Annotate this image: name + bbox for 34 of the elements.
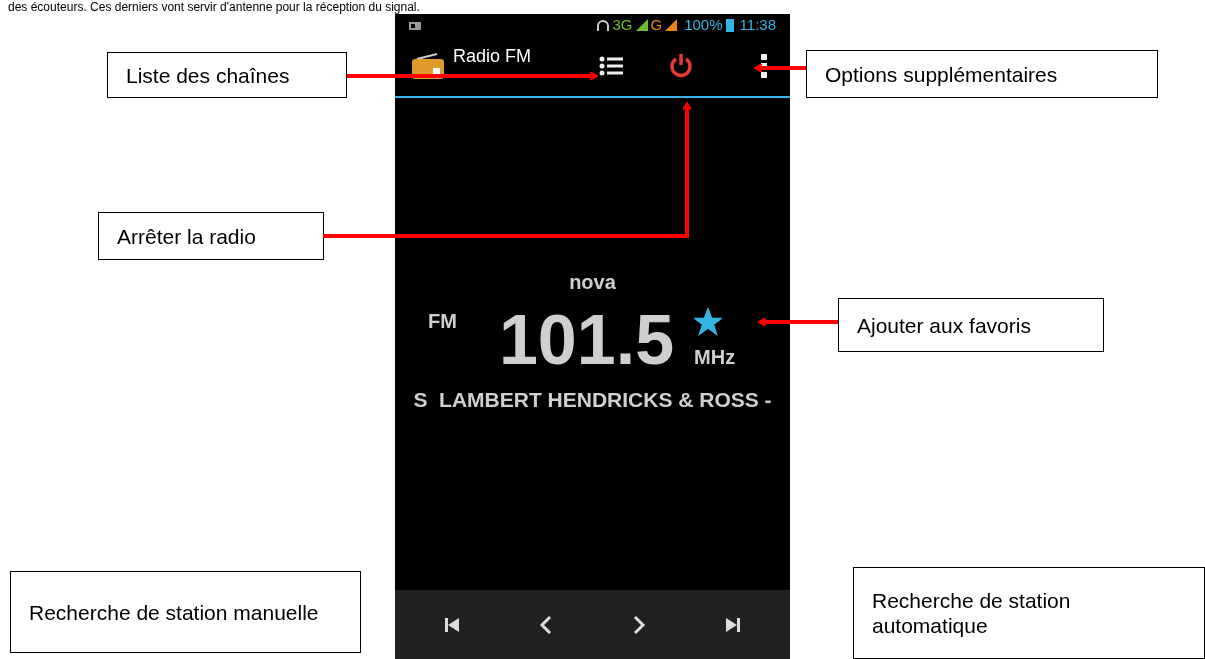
- list-icon: [599, 56, 623, 76]
- arrow: [754, 63, 806, 73]
- chevron-left-icon: [539, 614, 554, 635]
- signal-icon: [635, 19, 648, 31]
- signal-icon: [665, 19, 678, 31]
- callout-box: Options supplémentaires: [806, 50, 1158, 98]
- skip-back-button[interactable]: [444, 616, 461, 633]
- callout-box: Recherche de station manuelle: [10, 571, 361, 653]
- headphones-icon: [595, 18, 610, 32]
- app-title: Radio FM: [453, 46, 533, 66]
- skip-forward-button[interactable]: [724, 616, 741, 633]
- callout-box: Ajouter aux favoris: [838, 298, 1104, 352]
- callout-box: Arrêter la radio: [98, 212, 324, 260]
- clock: 11:38: [739, 14, 776, 35]
- more-icon: [761, 54, 767, 78]
- chevron-right-icon: [631, 614, 646, 635]
- frequency: 101.5: [498, 302, 675, 378]
- battery-percent: 100%: [684, 14, 723, 35]
- network-label: G: [650, 14, 663, 35]
- next-button[interactable]: [631, 614, 646, 635]
- skip-back-icon: [444, 616, 461, 633]
- previous-button[interactable]: [539, 614, 554, 635]
- battery-icon: [725, 18, 734, 32]
- callout-box: Liste des chaînes: [107, 52, 347, 98]
- now-playing-ticker: S LAMBERT HENDRICKS & ROSS -: [413, 387, 772, 413]
- intro-sentence: des écouteurs. Ces derniers vont servir d'antenne pour la réception du signal.: [7, 0, 420, 14]
- band-label: FM: [428, 309, 457, 334]
- power-icon: [669, 53, 693, 79]
- station-name: nova: [569, 270, 616, 294]
- unit-label: MHz: [694, 345, 736, 370]
- network-label: 3G: [612, 14, 633, 35]
- star-icon[interactable]: [694, 308, 723, 336]
- skip-forward-icon: [724, 616, 741, 633]
- callout-box: Recherche de station automatique: [853, 567, 1205, 659]
